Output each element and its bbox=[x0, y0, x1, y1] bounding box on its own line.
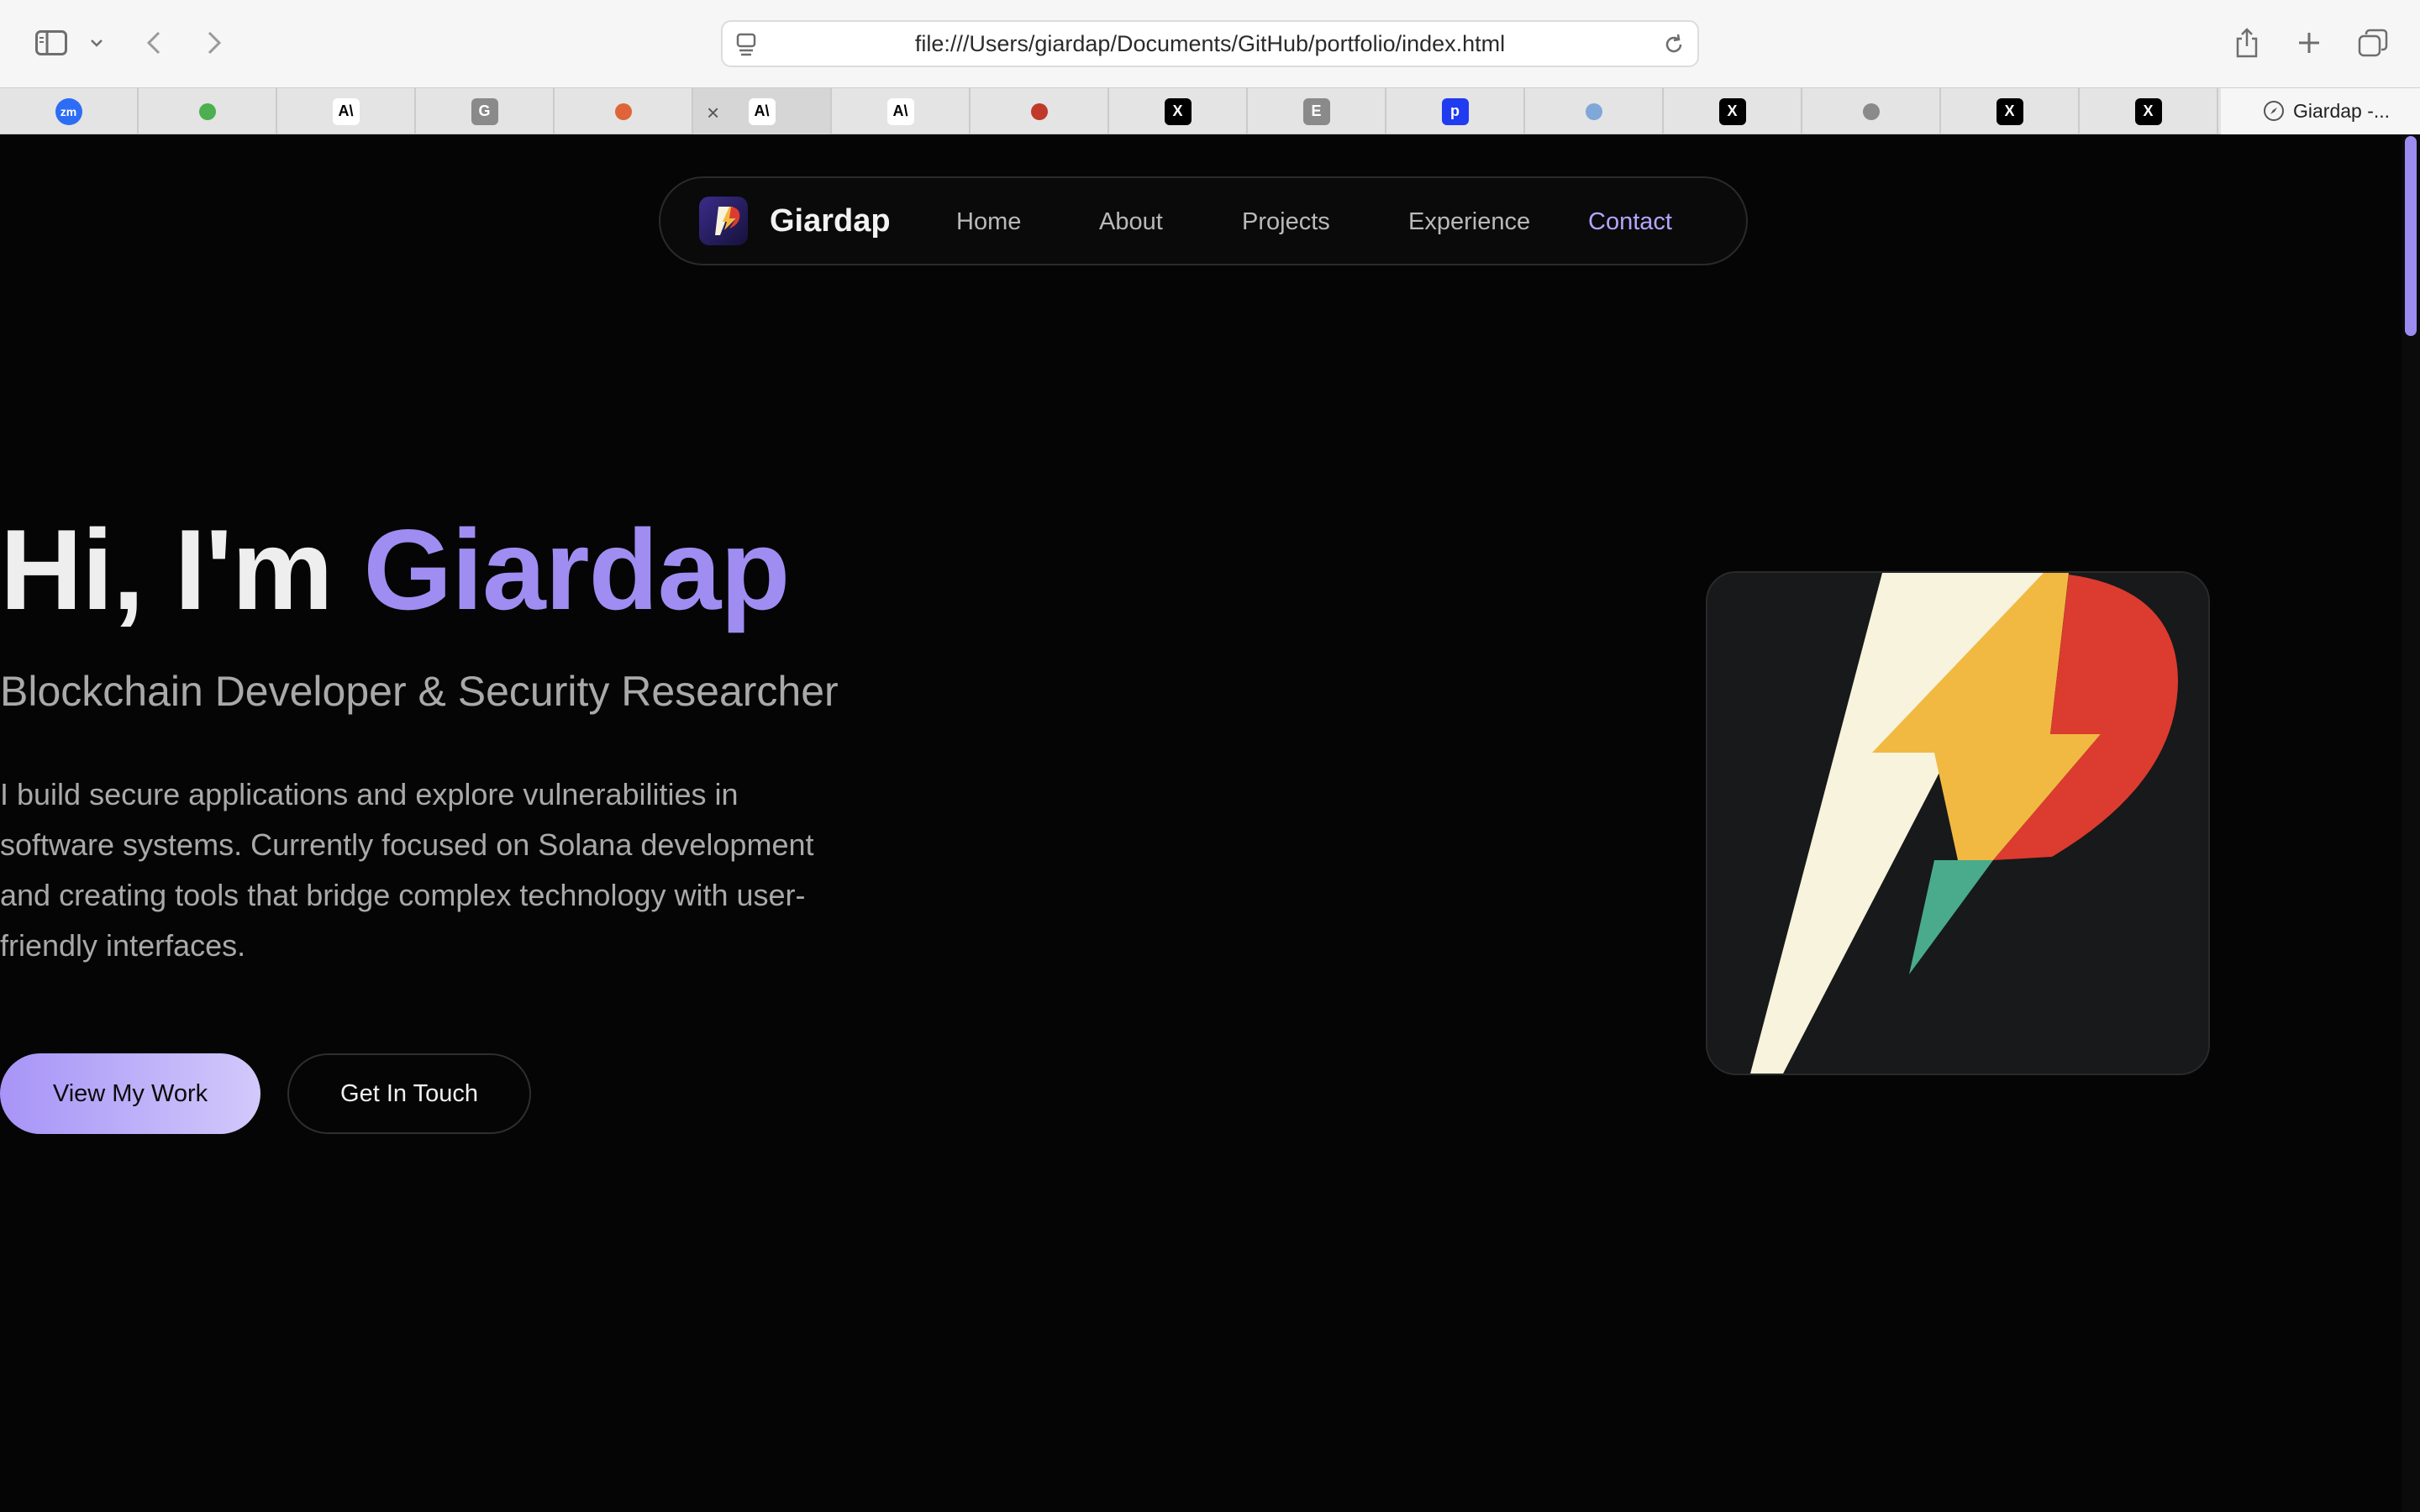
brand-name[interactable]: Giardap bbox=[770, 203, 891, 239]
new-tab-icon[interactable] bbox=[2294, 25, 2324, 60]
brand-logo-icon[interactable] bbox=[699, 197, 748, 245]
address-bar[interactable]: file:///Users/giardap/Documents/GitHub/p… bbox=[721, 20, 1699, 67]
browser-tab[interactable]: p bbox=[1386, 88, 1525, 134]
hero-subtitle: Blockchain Developer & Security Research… bbox=[0, 668, 839, 715]
circle-logo-icon bbox=[1858, 98, 1885, 125]
browser-tab[interactable] bbox=[1802, 88, 1941, 134]
nav-link-home[interactable]: Home bbox=[956, 208, 1021, 236]
browser-tab[interactable]: A\ bbox=[277, 88, 416, 134]
back-icon[interactable] bbox=[141, 25, 166, 60]
zoom-icon: zm bbox=[55, 97, 82, 125]
page-scrollbar[interactable] bbox=[2402, 134, 2420, 1512]
get-in-touch-button[interactable]: Get In Touch bbox=[287, 1053, 531, 1134]
share-icon[interactable] bbox=[2232, 25, 2262, 60]
browser-tab[interactable] bbox=[555, 88, 693, 134]
browser-tab[interactable]: X bbox=[1941, 88, 2080, 134]
compass-icon bbox=[2263, 100, 2285, 127]
browser-tab[interactable]: X bbox=[1109, 88, 1248, 134]
document-icon bbox=[1581, 98, 1607, 125]
browser-tab[interactable]: × A\ bbox=[693, 88, 832, 134]
url-text: file:///Users/giardap/Documents/GitHub/p… bbox=[914, 30, 1506, 56]
x-icon: X bbox=[1996, 97, 2023, 125]
hero-name: Giardap bbox=[363, 506, 790, 633]
forward-icon[interactable] bbox=[202, 25, 227, 60]
g-icon: G bbox=[471, 97, 498, 125]
top-navigation: Giardap Home About Projects Experience C… bbox=[659, 176, 1748, 265]
claude-burst-icon bbox=[610, 98, 637, 125]
bank-flag-icon bbox=[1026, 98, 1053, 125]
x-icon: X bbox=[2134, 97, 2162, 125]
tab-overview-icon[interactable] bbox=[2356, 25, 2390, 60]
page-settings-icon[interactable] bbox=[734, 32, 758, 63]
sidebar-toggle-icon[interactable] bbox=[34, 25, 69, 60]
hero-greeting: Hi, I'm bbox=[0, 506, 334, 633]
tab-title: Giardap -... bbox=[2293, 100, 2391, 122]
p-icon: p bbox=[1441, 97, 1469, 125]
browser-toolbar: file:///Users/giardap/Documents/GitHub/p… bbox=[0, 0, 2420, 87]
browser-tab[interactable]: X bbox=[1664, 88, 1802, 134]
hero-logo-card bbox=[1706, 571, 2210, 1075]
anthropic-icon: A\ bbox=[332, 97, 360, 125]
hero-description: I build secure applications and explore … bbox=[0, 777, 814, 963]
browser-tab[interactable]: E bbox=[1248, 88, 1386, 134]
browser-tab[interactable] bbox=[971, 88, 1109, 134]
browser-tab[interactable]: X bbox=[2080, 88, 2218, 134]
x-icon: X bbox=[1718, 97, 1746, 125]
chevron-down-icon[interactable] bbox=[87, 25, 106, 60]
browser-tab[interactable]: G bbox=[416, 88, 555, 134]
browser-tab[interactable]: zm bbox=[0, 88, 139, 134]
anthropic-icon: A\ bbox=[886, 97, 914, 125]
anthropic-icon: A\ bbox=[748, 97, 776, 125]
lightning-logo-icon bbox=[1707, 573, 2208, 1074]
nav-link-about[interactable]: About bbox=[1099, 208, 1163, 236]
browser-tab[interactable] bbox=[139, 88, 277, 134]
nav-link-experience[interactable]: Experience bbox=[1408, 208, 1530, 236]
reload-icon[interactable] bbox=[1662, 32, 1686, 63]
close-tab-icon[interactable]: × bbox=[707, 100, 719, 126]
x-icon: X bbox=[1164, 97, 1192, 125]
e-icon: E bbox=[1302, 97, 1330, 125]
nav-link-projects[interactable]: Projects bbox=[1242, 208, 1330, 236]
tab-giardap[interactable]: Giardap -... bbox=[2221, 88, 2420, 134]
tab-bar: Giardap -... zm A\ G × A\ A\ X Ep X X X bbox=[0, 87, 2420, 134]
nav-link-contact[interactable]: Contact bbox=[1588, 208, 1672, 236]
view-my-work-button[interactable]: View My Work bbox=[0, 1053, 260, 1134]
scrollbar-thumb[interactable] bbox=[2405, 136, 2417, 336]
browser-tab[interactable]: A\ bbox=[832, 88, 971, 134]
portfolio-page: Giardap Home About Projects Experience C… bbox=[0, 134, 2420, 1512]
green-blob-icon bbox=[194, 98, 221, 125]
browser-tab[interactable] bbox=[1525, 88, 1664, 134]
hero-title: Hi, I'm Giardap bbox=[0, 504, 790, 635]
